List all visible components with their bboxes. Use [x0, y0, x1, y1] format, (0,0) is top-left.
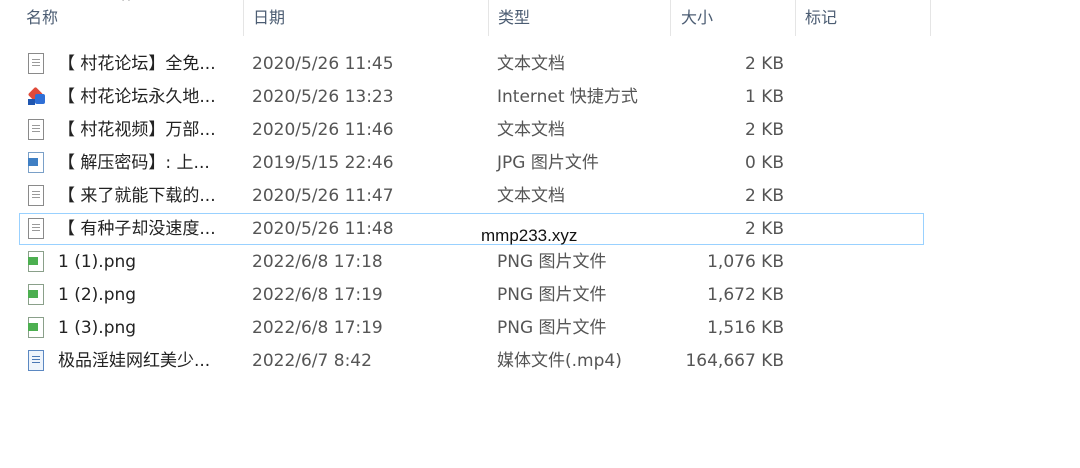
file-size: 1,076 KB	[707, 252, 784, 272]
file-row[interactable]: 【 来了就能下载的... 2020/5/26 11:47 文本文档 2 KB	[0, 180, 1080, 213]
file-size: 2 KB	[744, 54, 784, 74]
column-header-date[interactable]: 日期	[253, 0, 487, 36]
file-date-modified: 2020/5/26 11:47	[252, 186, 394, 206]
file-size: 164,667 KB	[685, 351, 784, 371]
text-file-icon	[26, 185, 46, 207]
file-name: 【 有种子却没速度...	[58, 219, 216, 239]
sort-ascending-icon: ^	[121, 0, 132, 9]
file-type: PNG 图片文件	[497, 252, 607, 272]
text-file-icon	[26, 218, 46, 240]
file-date-modified: 2022/6/8 17:19	[252, 285, 383, 305]
file-name: 【 村花论坛】全免...	[58, 54, 216, 74]
file-row[interactable]: 【 解压密码】: 上... 2019/5/15 22:46 JPG 图片文件 0 KB	[0, 147, 1080, 180]
text-file-icon	[26, 53, 46, 75]
file-icon-cell	[26, 48, 48, 81]
file-type: 文本文档	[497, 120, 565, 140]
column-header-tags[interactable]: 标记	[805, 0, 925, 36]
jpg-file-icon	[26, 152, 46, 174]
text-file-icon	[26, 119, 46, 141]
file-type: 文本文档	[497, 54, 565, 74]
internet-shortcut-icon	[26, 86, 46, 108]
watermark-text: mmp233.xyz	[481, 226, 578, 245]
file-date-modified: 2022/6/8 17:19	[252, 318, 383, 338]
file-date-modified: 2019/5/15 22:46	[252, 153, 394, 173]
column-divider[interactable]	[243, 0, 244, 36]
file-row[interactable]: 【 村花论坛永久地... 2020/5/26 13:23 Internet 快捷方式…	[0, 81, 1080, 114]
png-file-icon	[26, 317, 46, 339]
file-icon-cell	[26, 114, 48, 147]
file-size: 1 KB	[744, 87, 784, 107]
file-icon-cell	[26, 81, 48, 114]
file-size: 1,672 KB	[707, 285, 784, 305]
file-name: 【 村花论坛永久地...	[58, 87, 216, 107]
file-icon-cell	[26, 180, 48, 213]
file-size: 1,516 KB	[707, 318, 784, 338]
file-row[interactable]: 1 (3).png 2022/6/8 17:19 PNG 图片文件 1,516 KB	[0, 312, 1080, 345]
file-date-modified: 2022/6/7 8:42	[252, 351, 372, 371]
file-icon-cell	[26, 345, 48, 378]
file-type: JPG 图片文件	[497, 153, 599, 173]
file-type: PNG 图片文件	[497, 285, 607, 305]
column-divider[interactable]	[488, 0, 489, 36]
file-row[interactable]: 【 村花论坛】全免... 2020/5/26 11:45 文本文档 2 KB	[0, 48, 1080, 81]
file-name: 1 (3).png	[58, 318, 137, 338]
file-size: 2 KB	[744, 120, 784, 140]
file-type: Internet 快捷方式	[497, 87, 638, 107]
column-divider[interactable]	[930, 0, 931, 36]
file-name: 极品淫娃网红美少...	[58, 351, 211, 371]
file-icon-cell	[26, 312, 48, 345]
column-header-bar: 名称 ^ 日期 类型 大小 标记	[0, 0, 1080, 36]
file-type: PNG 图片文件	[497, 318, 607, 338]
file-row[interactable]: 极品淫娃网红美少... 2022/6/7 8:42 媒体文件(.mp4) 164,66…	[0, 345, 1080, 378]
file-date-modified: 2020/5/26 11:48	[252, 219, 394, 239]
file-size: 2 KB	[744, 186, 784, 206]
file-date-modified: 2020/5/26 13:23	[252, 87, 394, 107]
png-file-icon	[26, 284, 46, 306]
column-header-type[interactable]: 类型	[498, 0, 668, 36]
file-name: 【 村花视频】万部...	[58, 120, 216, 140]
file-date-modified: 2020/5/26 11:46	[252, 120, 394, 140]
file-name: 1 (1).png	[58, 252, 137, 272]
file-type: 文本文档	[497, 186, 565, 206]
video-file-icon	[26, 350, 46, 372]
file-type: 媒体文件(.mp4)	[497, 351, 622, 371]
column-divider[interactable]	[795, 0, 796, 36]
file-icon-cell	[26, 213, 48, 246]
file-icon-cell	[26, 246, 48, 279]
file-name: 1 (2).png	[58, 285, 137, 305]
file-size: 0 KB	[744, 153, 784, 173]
column-header-size[interactable]: 大小	[681, 0, 791, 36]
file-name: 【 解压密码】: 上...	[58, 153, 210, 173]
file-icon-cell	[26, 147, 48, 180]
file-icon-cell	[26, 279, 48, 312]
file-row[interactable]: 1 (1).png 2022/6/8 17:18 PNG 图片文件 1,076 KB	[0, 246, 1080, 279]
png-file-icon	[26, 251, 46, 273]
file-date-modified: 2022/6/8 17:18	[252, 252, 383, 272]
file-size: 2 KB	[744, 219, 784, 239]
column-header-name[interactable]: 名称	[26, 0, 243, 36]
column-divider[interactable]	[670, 0, 671, 36]
file-row[interactable]: 【 村花视频】万部... 2020/5/26 11:46 文本文档 2 KB	[0, 114, 1080, 147]
file-date-modified: 2020/5/26 11:45	[252, 54, 394, 74]
file-name: 【 来了就能下载的...	[58, 186, 216, 206]
file-row[interactable]: 1 (2).png 2022/6/8 17:19 PNG 图片文件 1,672 KB	[0, 279, 1080, 312]
